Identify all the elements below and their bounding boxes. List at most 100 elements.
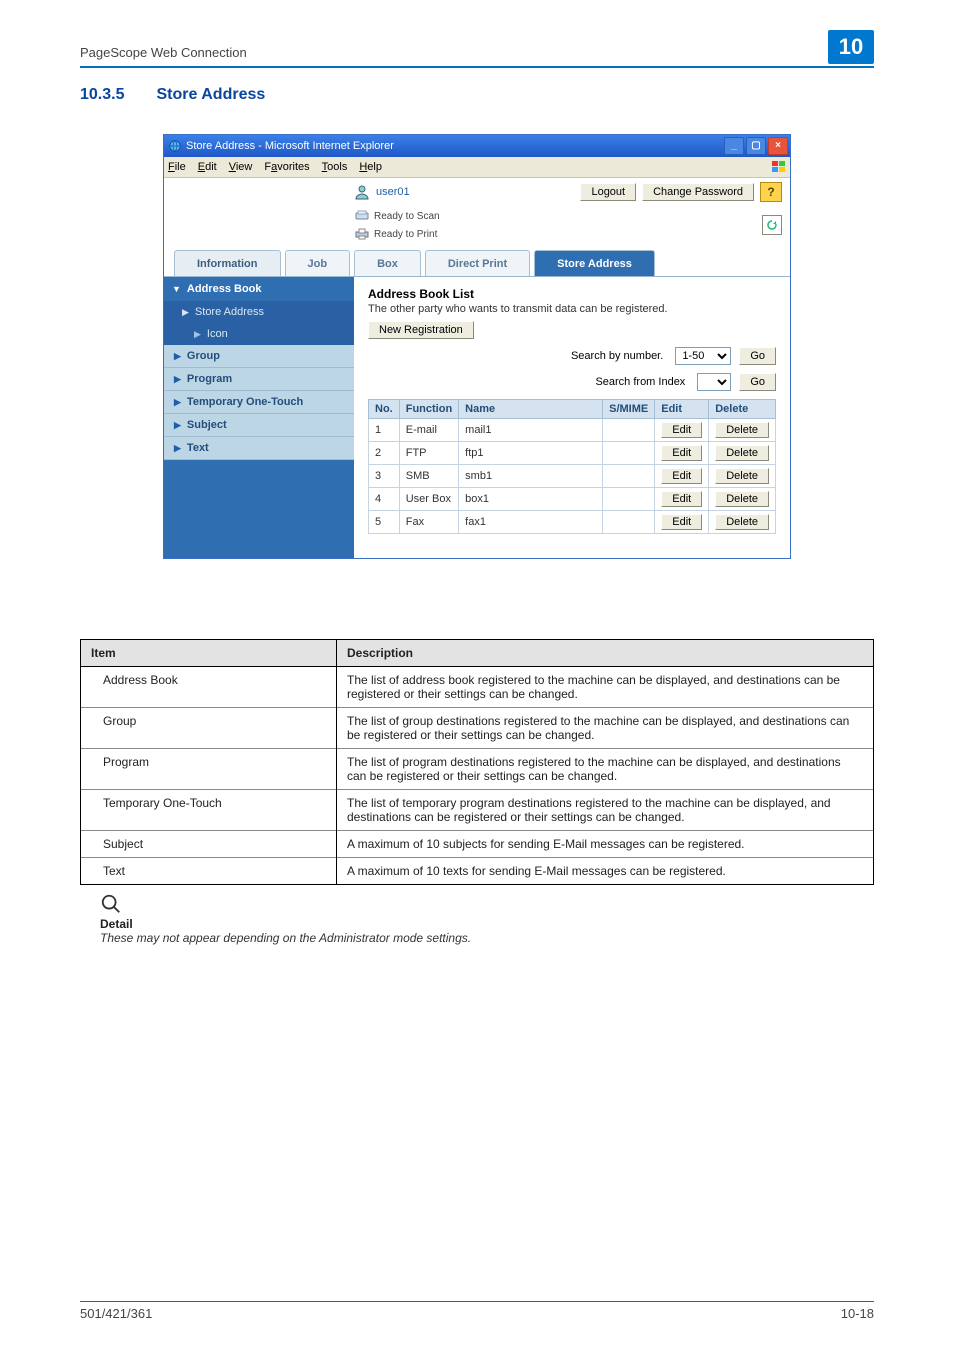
menu-help[interactable]: Help [359, 161, 382, 173]
detail-text: These may not appear depending on the Ad… [100, 931, 874, 945]
sidebar-address-book-label: Address Book [187, 283, 262, 295]
delete-button[interactable]: Delete [715, 445, 769, 461]
edit-button[interactable]: Edit [661, 491, 702, 507]
sidebar-group[interactable]: ▶ Group [164, 345, 354, 368]
caret-right-icon: ▶ [174, 420, 181, 431]
cell-edit: Edit [655, 419, 709, 442]
delete-button[interactable]: Delete [715, 422, 769, 438]
scanner-icon [354, 208, 370, 224]
cell-delete: Delete [709, 465, 776, 488]
desc-item: Group [81, 708, 337, 749]
range-select[interactable]: 1-50 [675, 347, 731, 365]
cell-smime [603, 442, 655, 465]
sidebar-icon[interactable]: ▶ Icon [164, 323, 354, 345]
page-footer: 501/421/361 10-18 [80, 1301, 874, 1321]
content-note: The other party who wants to transmit da… [368, 303, 776, 315]
app-tabs: Information Job Box Direct Print Store A… [164, 250, 790, 277]
tab-information[interactable]: Information [174, 250, 281, 276]
menu-view[interactable]: View [229, 161, 253, 173]
menu-favorites[interactable]: Favorites [264, 161, 309, 173]
magnifier-icon [100, 893, 122, 915]
refresh-button[interactable] [762, 215, 782, 235]
sidebar-temporary-one-touch[interactable]: ▶ Temporary One-Touch [164, 391, 354, 414]
desc-text: A maximum of 10 texts for sending E-Mail… [337, 858, 874, 885]
delete-button[interactable]: Delete [715, 468, 769, 484]
go-index-button[interactable]: Go [739, 373, 776, 391]
desc-text: A maximum of 10 subjects for sending E-M… [337, 831, 874, 858]
page-header: PageScope Web Connection 10 [80, 30, 874, 68]
edit-button[interactable]: Edit [661, 422, 702, 438]
ready-scan-label: Ready to Scan [374, 211, 440, 222]
edit-button[interactable]: Edit [661, 514, 702, 530]
desc-text: The list of group destinations registere… [337, 708, 874, 749]
cell-delete: Delete [709, 419, 776, 442]
sidebar-address-book[interactable]: ▼ Address Book [164, 277, 354, 301]
maximize-button[interactable]: ▢ [746, 137, 766, 155]
footer-right: 10-18 [841, 1306, 874, 1321]
go-number-button[interactable]: Go [739, 347, 776, 365]
logout-button[interactable]: Logout [580, 183, 636, 201]
delete-button[interactable]: Delete [715, 514, 769, 530]
section-title: Store Address [156, 86, 265, 104]
caret-right-icon: ▶ [174, 443, 181, 454]
detail-heading: Detail [100, 917, 874, 931]
cell-delete: Delete [709, 511, 776, 534]
table-row: 1 E-mail mail1 Edit Delete [369, 419, 776, 442]
search-by-number-label: Search by number. [368, 350, 667, 362]
col-name: Name [459, 400, 603, 419]
desc-item: Address Book [81, 667, 337, 708]
search-from-index-label: Search from Index [368, 376, 689, 388]
ready-print-label: Ready to Print [374, 229, 437, 240]
tab-direct-print[interactable]: Direct Print [425, 250, 530, 276]
menu-edit[interactable]: Edit [198, 161, 217, 173]
printer-icon [354, 226, 370, 242]
description-table: Item Description Address Book The list o… [80, 639, 874, 885]
sidebar-program-label: Program [187, 373, 232, 385]
minimize-button[interactable]: _ [724, 137, 744, 155]
table-row: Program The list of program destinations… [81, 749, 874, 790]
ie-window: Store Address - Microsoft Internet Explo… [163, 134, 791, 559]
desc-text: The list of address book registered to t… [337, 667, 874, 708]
sidebar-subject[interactable]: ▶ Subject [164, 414, 354, 437]
change-password-button[interactable]: Change Password [642, 183, 754, 201]
tab-store-address[interactable]: Store Address [534, 250, 655, 276]
cell-no: 4 [369, 488, 400, 511]
table-row: Address Book The list of address book re… [81, 667, 874, 708]
edit-button[interactable]: Edit [661, 468, 702, 484]
detail-block: Detail These may not appear depending on… [80, 893, 874, 945]
new-registration-button[interactable]: New Registration [368, 321, 474, 339]
delete-button[interactable]: Delete [715, 491, 769, 507]
col-function: Function [399, 400, 458, 419]
table-row: 2 FTP ftp1 Edit Delete [369, 442, 776, 465]
cell-name: ftp1 [459, 442, 603, 465]
help-button[interactable]: ? [760, 182, 782, 202]
cell-edit: Edit [655, 465, 709, 488]
desc-item: Text [81, 858, 337, 885]
menu-file[interactable]: File [168, 161, 186, 173]
user-icon [354, 184, 370, 200]
menu-tools[interactable]: Tools [322, 161, 348, 173]
sidebar-store-address[interactable]: ▶ Store Address [164, 301, 354, 323]
cell-delete: Delete [709, 442, 776, 465]
table-row: Text A maximum of 10 texts for sending E… [81, 858, 874, 885]
close-button[interactable]: × [768, 137, 788, 155]
ie-menubar: File Edit View Favorites Tools Help [164, 157, 790, 178]
tab-box[interactable]: Box [354, 250, 421, 276]
table-row: 5 Fax fax1 Edit Delete [369, 511, 776, 534]
edit-button[interactable]: Edit [661, 445, 702, 461]
address-table: No. Function Name S/MIME Edit Delete 1 E… [368, 399, 776, 534]
caret-right-icon: ▶ [174, 397, 181, 408]
sidebar-text[interactable]: ▶ Text [164, 437, 354, 460]
tab-job[interactable]: Job [285, 250, 351, 276]
sidebar-program[interactable]: ▶ Program [164, 368, 354, 391]
footer-rule [80, 1301, 874, 1302]
index-select[interactable] [697, 373, 731, 391]
col-delete: Delete [709, 400, 776, 419]
col-smime: S/MIME [603, 400, 655, 419]
caret-right-icon: ▶ [182, 307, 189, 318]
refresh-icon [766, 219, 778, 231]
cell-no: 5 [369, 511, 400, 534]
cell-edit: Edit [655, 442, 709, 465]
caret-right-icon: ▶ [174, 351, 181, 362]
sidebar-temporary-label: Temporary One-Touch [187, 396, 303, 408]
